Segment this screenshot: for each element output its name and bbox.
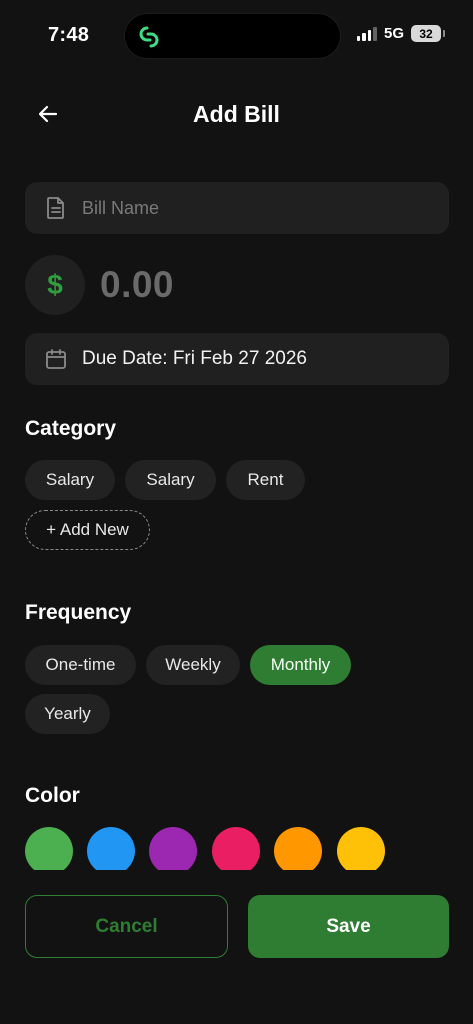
bill-name-input[interactable] xyxy=(82,197,402,219)
category-chip-salary[interactable]: Salary xyxy=(25,460,115,500)
frequency-chip-monthly[interactable]: Monthly xyxy=(250,645,351,685)
linked-rings-icon xyxy=(139,26,159,48)
page-title: Add Bill xyxy=(193,101,280,127)
document-icon xyxy=(43,195,69,221)
network-type: 5G xyxy=(383,25,404,42)
dynamic-island xyxy=(124,13,341,59)
header: Add Bill xyxy=(0,88,473,140)
color-swatch-purple[interactable] xyxy=(149,827,197,870)
category-title: Category xyxy=(25,417,117,440)
due-date-text: Due Date: Fri Feb 27 2026 xyxy=(82,348,307,369)
category-chip-salary-2[interactable]: Salary xyxy=(125,460,216,500)
cancel-button[interactable]: Cancel xyxy=(25,895,228,958)
add-category-button[interactable]: + Add New xyxy=(25,510,150,550)
frequency-chip-one-time[interactable]: One-time xyxy=(25,645,136,685)
add-bill-screen: 7:48 5G 32 Add Bill Bill Name $ 0.00 Due… xyxy=(0,0,473,1024)
frequency-chip-weekly[interactable]: Weekly xyxy=(146,645,240,685)
save-button[interactable]: Save xyxy=(248,895,449,958)
color-swatch-orange[interactable] xyxy=(274,827,322,870)
color-title: Color xyxy=(25,784,80,807)
dollar-icon: $ xyxy=(25,255,85,315)
signal-icon xyxy=(356,26,377,41)
color-swatch-green[interactable] xyxy=(25,827,73,870)
due-date-field[interactable]: Due Date: Fri Feb 27 2026 xyxy=(25,333,449,385)
status-time: 7:48 xyxy=(48,24,90,46)
status-indicators: 5G 32 xyxy=(356,25,445,42)
color-swatch-row xyxy=(0,820,473,870)
bill-name-field[interactable] xyxy=(25,182,449,234)
frequency-title: Frequency xyxy=(25,601,132,624)
calendar-icon xyxy=(43,346,69,372)
amount-row[interactable]: $ 0.00 xyxy=(25,255,449,315)
battery-icon: 32 xyxy=(411,25,445,42)
amount-input[interactable]: 0.00 xyxy=(100,264,174,306)
status-bar: 7:48 5G 32 xyxy=(0,0,473,72)
frequency-chip-yearly[interactable]: Yearly xyxy=(25,694,110,734)
color-swatch-pink[interactable] xyxy=(212,827,260,870)
color-swatch-blue[interactable] xyxy=(87,827,135,870)
color-swatch-yellow[interactable] xyxy=(337,827,385,870)
category-chip-rent[interactable]: Rent xyxy=(226,460,305,500)
